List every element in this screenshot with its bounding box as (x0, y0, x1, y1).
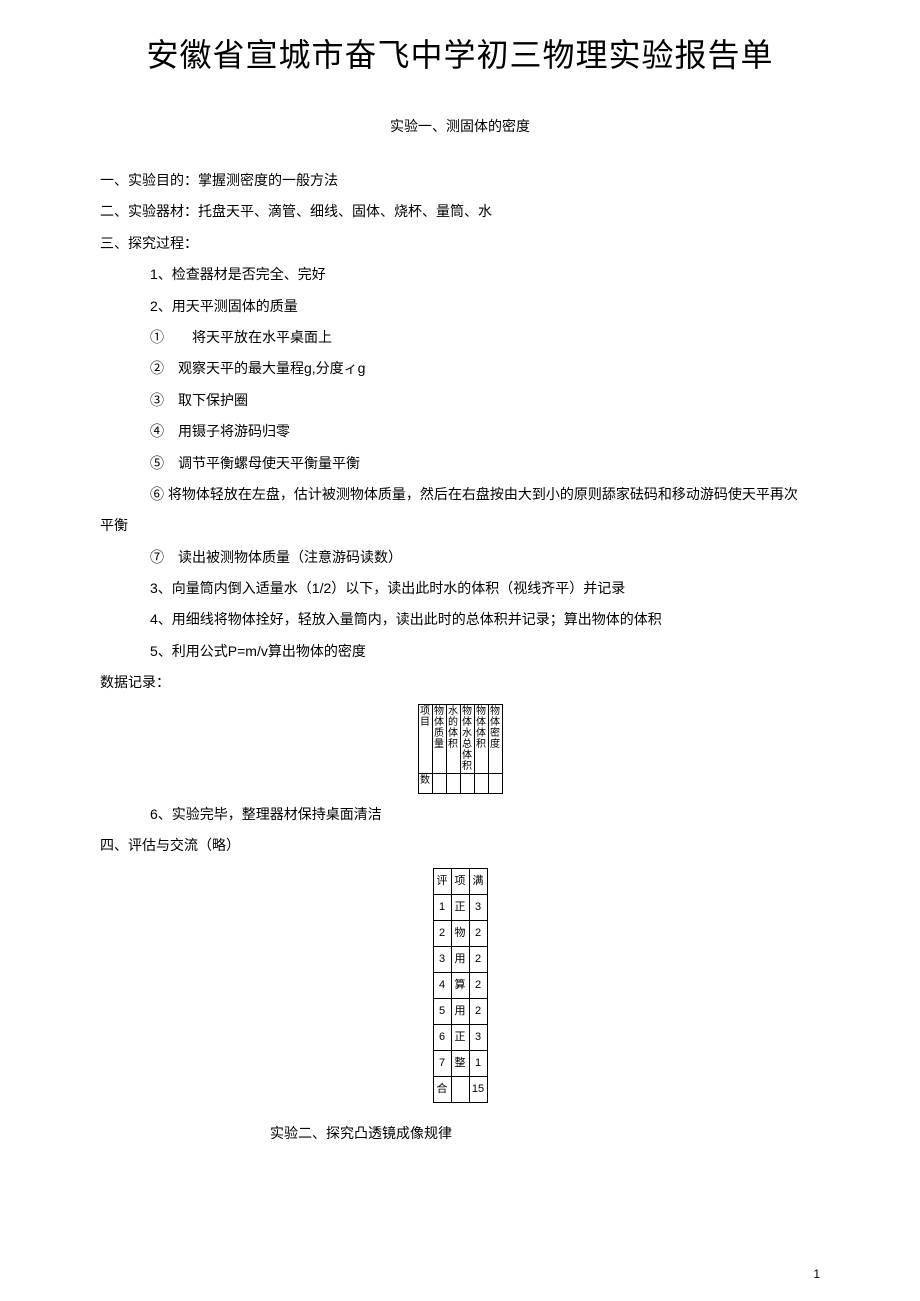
exp1-p5: 5、利用公式P=m/v算出物体的密度 (100, 637, 820, 666)
exp1-c6: ⑥ 将物体轻放在左盘，估计被测物体质量，然后在右盘按由大到小的原则舔家砝码和移动… (100, 480, 820, 509)
t1-r2c3 (446, 773, 460, 793)
exp1-c5: ⑤ 调节平衡螺母使天平衡量平衡 (100, 449, 820, 478)
t2-r5c2: 用 (451, 999, 469, 1025)
t2-r2c2: 物 (451, 921, 469, 947)
t2-r5c3: 2 (469, 999, 487, 1025)
t2-r4c2: 算 (451, 973, 469, 999)
exp1-p1: 1、检查器材是否完全、完好 (100, 260, 820, 289)
page-number: 1 (813, 1267, 820, 1281)
exp1-c1: ① 将天平放在水平桌面上 (100, 323, 820, 352)
t2-r3c3: 2 (469, 947, 487, 973)
t2-r2c3: 2 (469, 921, 487, 947)
t1-r1c5: 物体体积 (474, 704, 488, 773)
t1-r2c5 (474, 773, 488, 793)
exp1-c6b: 平衡 (100, 511, 820, 540)
data-table-1: 项目 物体质量 水的体积 物体水总体积 物体体积 物体密度 数 (418, 704, 503, 794)
t1-r1c3: 水的体积 (446, 704, 460, 773)
t1-r2c2 (432, 773, 446, 793)
t2-r4c3: 2 (469, 973, 487, 999)
t2-r8c2 (451, 1077, 469, 1103)
t1-r1c1: 项目 (418, 704, 432, 773)
t1-r2c4 (460, 773, 474, 793)
t1-r2c1: 数 (418, 773, 432, 793)
t2-r1c2: 正 (451, 895, 469, 921)
exp1-p2: 2、用天平测固体的质量 (100, 292, 820, 321)
t2-r4c1: 4 (433, 973, 451, 999)
exp1-c3: ③ 取下保护圈 (100, 386, 820, 415)
t2-r3c1: 3 (433, 947, 451, 973)
exp1-s1: 一、实验目的：掌握测密度的一般方法 (100, 166, 820, 195)
exp1-record: 数据记录： (100, 668, 820, 697)
exp1-s4: 四、评估与交流（略） (100, 831, 820, 860)
t2-r7c2: 整 (451, 1051, 469, 1077)
exp1-subtitle: 实验一、测固体的密度 (100, 116, 820, 136)
t2-r6c3: 3 (469, 1025, 487, 1051)
t2-r5c1: 5 (433, 999, 451, 1025)
t1-r1c6: 物体密度 (488, 704, 502, 773)
t2-r2c1: 2 (433, 921, 451, 947)
exp2-subtitle: 实验二、探究凸透镜成像规律 (100, 1123, 820, 1143)
t2-h1: 评 (433, 869, 451, 895)
t1-r1c2: 物体质量 (432, 704, 446, 773)
exp1-c4: ④ 用镊子将游码归零 (100, 417, 820, 446)
data-table-2: 评 项 满 1 正 3 2 物 2 3 用 2 4 算 2 5 用 2 6 正 … (433, 868, 488, 1103)
exp1-s3: 三、探究过程： (100, 229, 820, 258)
t2-r8c1: 合 (433, 1077, 451, 1103)
t2-r7c3: 1 (469, 1051, 487, 1077)
exp1-c7: ⑦ 读出被测物体质量（注意游码读数） (100, 543, 820, 572)
exp1-s2: 二、实验器材：托盘天平、滴管、细线、固体、烧杯、量筒、水 (100, 197, 820, 226)
page-title: 安徽省宣城市奋飞中学初三物理实验报告单 (100, 30, 820, 76)
exp1-p4: 4、用细线将物体拴好，轻放入量筒内，读出此时的总体积并记录；算出物体的体积 (100, 605, 820, 634)
t2-r7c1: 7 (433, 1051, 451, 1077)
t2-r3c2: 用 (451, 947, 469, 973)
exp1-p6: 6、实验完毕，整理器材保持桌面清洁 (100, 800, 820, 829)
t2-r6c1: 6 (433, 1025, 451, 1051)
exp1-c2: ② 观察天平的最大量程g,分度ィg (100, 354, 820, 383)
t2-r8c3: 15 (469, 1077, 487, 1103)
t1-r1c4: 物体水总体积 (460, 704, 474, 773)
t2-h2: 项 (451, 869, 469, 895)
t1-r2c6 (488, 773, 502, 793)
t2-r1c3: 3 (469, 895, 487, 921)
t2-r6c2: 正 (451, 1025, 469, 1051)
t2-h3: 满 (469, 869, 487, 895)
exp1-p3: 3、向量筒内倒入适量水（1/2）以下，读出此时水的体积（视线齐平）并记录 (100, 574, 820, 603)
t2-r1c1: 1 (433, 895, 451, 921)
